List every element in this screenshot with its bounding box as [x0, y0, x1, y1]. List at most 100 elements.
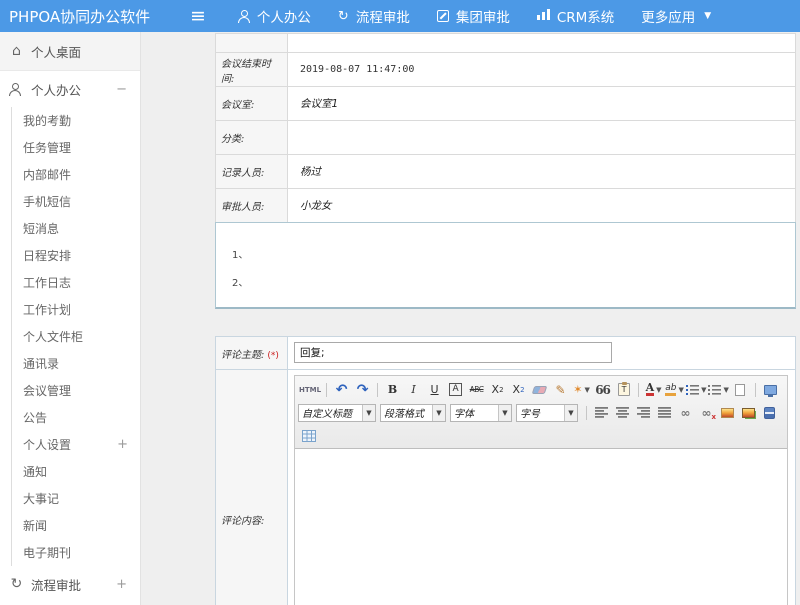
format-painter-button[interactable]: ✎: [551, 380, 570, 399]
sidebar-item-personal-settings[interactable]: 个人设置 +: [12, 431, 140, 458]
required-mark: (*): [267, 351, 279, 361]
clipboard-icon: [618, 383, 630, 396]
sidebar-item-notice[interactable]: 通知: [12, 458, 140, 485]
sidebar-item-label: 大事记: [23, 490, 59, 507]
sidebar-item-meeting-mgmt[interactable]: 会议管理: [12, 377, 140, 404]
strikethrough-button[interactable]: ABC: [467, 380, 486, 399]
eraser-icon: [532, 386, 548, 394]
insert-link-button[interactable]: ∞: [676, 403, 695, 422]
comment-content-label: 评论内容:: [216, 370, 288, 605]
nav-workflow-approval[interactable]: ↻ 流程审批: [338, 6, 410, 26]
font-style-button[interactable]: A: [449, 383, 461, 396]
font-family-select[interactable]: 字体▼: [450, 404, 512, 422]
nav-label: 更多应用: [641, 6, 695, 26]
field-value: 杨过: [288, 155, 796, 189]
expand-icon[interactable]: +: [116, 577, 127, 592]
section-gap: [215, 309, 796, 336]
paragraph-format-select[interactable]: 段落格式▼: [380, 404, 446, 422]
caret-down-icon: ▼: [498, 405, 511, 421]
sidebar-item-attendance[interactable]: 我的考勤: [12, 107, 140, 134]
highlight-color-button[interactable]: ab▼: [665, 380, 684, 399]
align-center-button[interactable]: [613, 403, 632, 422]
new-document-button[interactable]: [731, 380, 750, 399]
html-source-button[interactable]: HTML: [299, 380, 321, 399]
table-row-clipped: [216, 34, 796, 53]
blockquote-button[interactable]: 66: [593, 380, 612, 399]
font-color-icon: A: [646, 383, 655, 396]
unordered-list-button[interactable]: ▼: [708, 380, 728, 399]
insert-media-button[interactable]: [760, 403, 779, 422]
edit-icon: [437, 10, 449, 22]
align-right-button[interactable]: [634, 403, 653, 422]
batch-image-button[interactable]: [739, 403, 758, 422]
italic-button[interactable]: I: [404, 380, 423, 399]
nav-personal-office[interactable]: 个人办公: [238, 6, 311, 26]
sidebar-item-workflow-approval[interactable]: ↻ 流程审批 +: [0, 566, 140, 602]
insert-image-button[interactable]: [718, 403, 737, 422]
align-left-button[interactable]: [592, 403, 611, 422]
sidebar-item-internal-mail[interactable]: 内部邮件: [12, 161, 140, 188]
fullscreen-button[interactable]: [761, 380, 780, 399]
sidebar-item-label: 会议管理: [23, 382, 71, 399]
comment-subject-input[interactable]: [294, 342, 612, 363]
underline-button[interactable]: U: [425, 380, 444, 399]
comment-subject-value-cell: [288, 337, 796, 370]
nav-more-apps[interactable]: 更多应用 ▼: [641, 6, 711, 26]
sidebar-item-short-message[interactable]: 短消息: [12, 215, 140, 242]
top-header-bar: PHPOA协同办公软件 ≡ 个人办公 ↻ 流程审批 集团审批 CRM系统 更多应…: [0, 0, 800, 32]
heading-style-select[interactable]: 自定义标题▼: [298, 404, 376, 422]
bold-button[interactable]: B: [383, 380, 402, 399]
text-effect-button[interactable]: ✶▼: [572, 380, 591, 399]
ordered-list-button[interactable]: ▼: [686, 380, 706, 399]
sidebar-item-news[interactable]: 新闻: [12, 512, 140, 539]
toolbar-row-1: HTML ↶ ↷ B I U A ABC X2: [298, 378, 784, 401]
eraser-button[interactable]: [530, 380, 549, 399]
nav-crm-system[interactable]: CRM系统: [537, 6, 614, 26]
align-center-icon: [616, 407, 629, 418]
redo-button[interactable]: ↷: [353, 380, 372, 399]
table-row-meeting-room: 会议室: 会议室1: [216, 87, 796, 121]
unordered-list-icon: [708, 384, 721, 395]
sidebar-item-label: 通知: [23, 463, 47, 480]
sidebar-item-label: 任务管理: [23, 139, 71, 156]
field-value-cell: [288, 34, 796, 53]
table-row-approver: 审批人员: 小龙女: [216, 189, 796, 223]
sidebar-item-sms[interactable]: 手机短信: [12, 188, 140, 215]
media-icon: [764, 407, 775, 419]
collapse-icon[interactable]: −: [116, 82, 127, 97]
expand-icon[interactable]: +: [117, 437, 128, 452]
sidebar-item-work-log[interactable]: 工作日志: [12, 269, 140, 296]
align-justify-button[interactable]: [655, 403, 674, 422]
sidebar-item-schedule[interactable]: 日程安排: [12, 242, 140, 269]
sidebar-item-tasks[interactable]: 任务管理: [12, 134, 140, 161]
align-left-icon: [595, 407, 608, 418]
sidebar-item-label: 我的考勤: [23, 112, 71, 129]
sidebar-item-desktop[interactable]: ⌂ 个人桌面: [0, 32, 140, 71]
font-size-select[interactable]: 字号▼: [516, 404, 578, 422]
sidebar-item-contacts[interactable]: 通讯录: [12, 350, 140, 377]
sidebar-item-events[interactable]: 大事记: [12, 485, 140, 512]
note-line: 1、: [232, 242, 795, 270]
nav-label: 集团审批: [456, 6, 510, 26]
sidebar-item-label: 个人办公: [31, 80, 81, 99]
sidebar-item-e-journal[interactable]: 电子期刊: [12, 539, 140, 566]
font-color-button[interactable]: A▼: [644, 380, 663, 399]
magic-wand-icon: ✶: [573, 383, 582, 396]
remove-link-button[interactable]: ∞: [697, 403, 716, 422]
menu-hamburger-icon[interactable]: ≡: [190, 7, 206, 26]
sidebar-item-work-plan[interactable]: 工作计划: [12, 296, 140, 323]
toolbar-row-2: 自定义标题▼ 段落格式▼ 字体▼ 字号▼ ∞ ∞: [298, 401, 784, 424]
editor-content-area[interactable]: [295, 449, 787, 605]
undo-button[interactable]: ↶: [332, 380, 351, 399]
subscript-button[interactable]: X2: [509, 380, 528, 399]
sidebar-item-personal-office[interactable]: 个人办公 −: [0, 71, 140, 107]
sidebar-item-file-cabinet[interactable]: 个人文件柜: [12, 323, 140, 350]
insert-table-button[interactable]: [299, 426, 318, 445]
nav-group-approval[interactable]: 集团审批: [437, 6, 510, 26]
paste-as-text-button[interactable]: [614, 380, 633, 399]
superscript-button[interactable]: X2: [488, 380, 507, 399]
sidebar-item-label: 个人设置: [23, 436, 71, 453]
sidebar-item-announcement[interactable]: 公告: [12, 404, 140, 431]
comment-content-row: 评论内容: HTML ↶ ↷ B I U: [216, 370, 796, 605]
user-icon: [9, 83, 24, 96]
